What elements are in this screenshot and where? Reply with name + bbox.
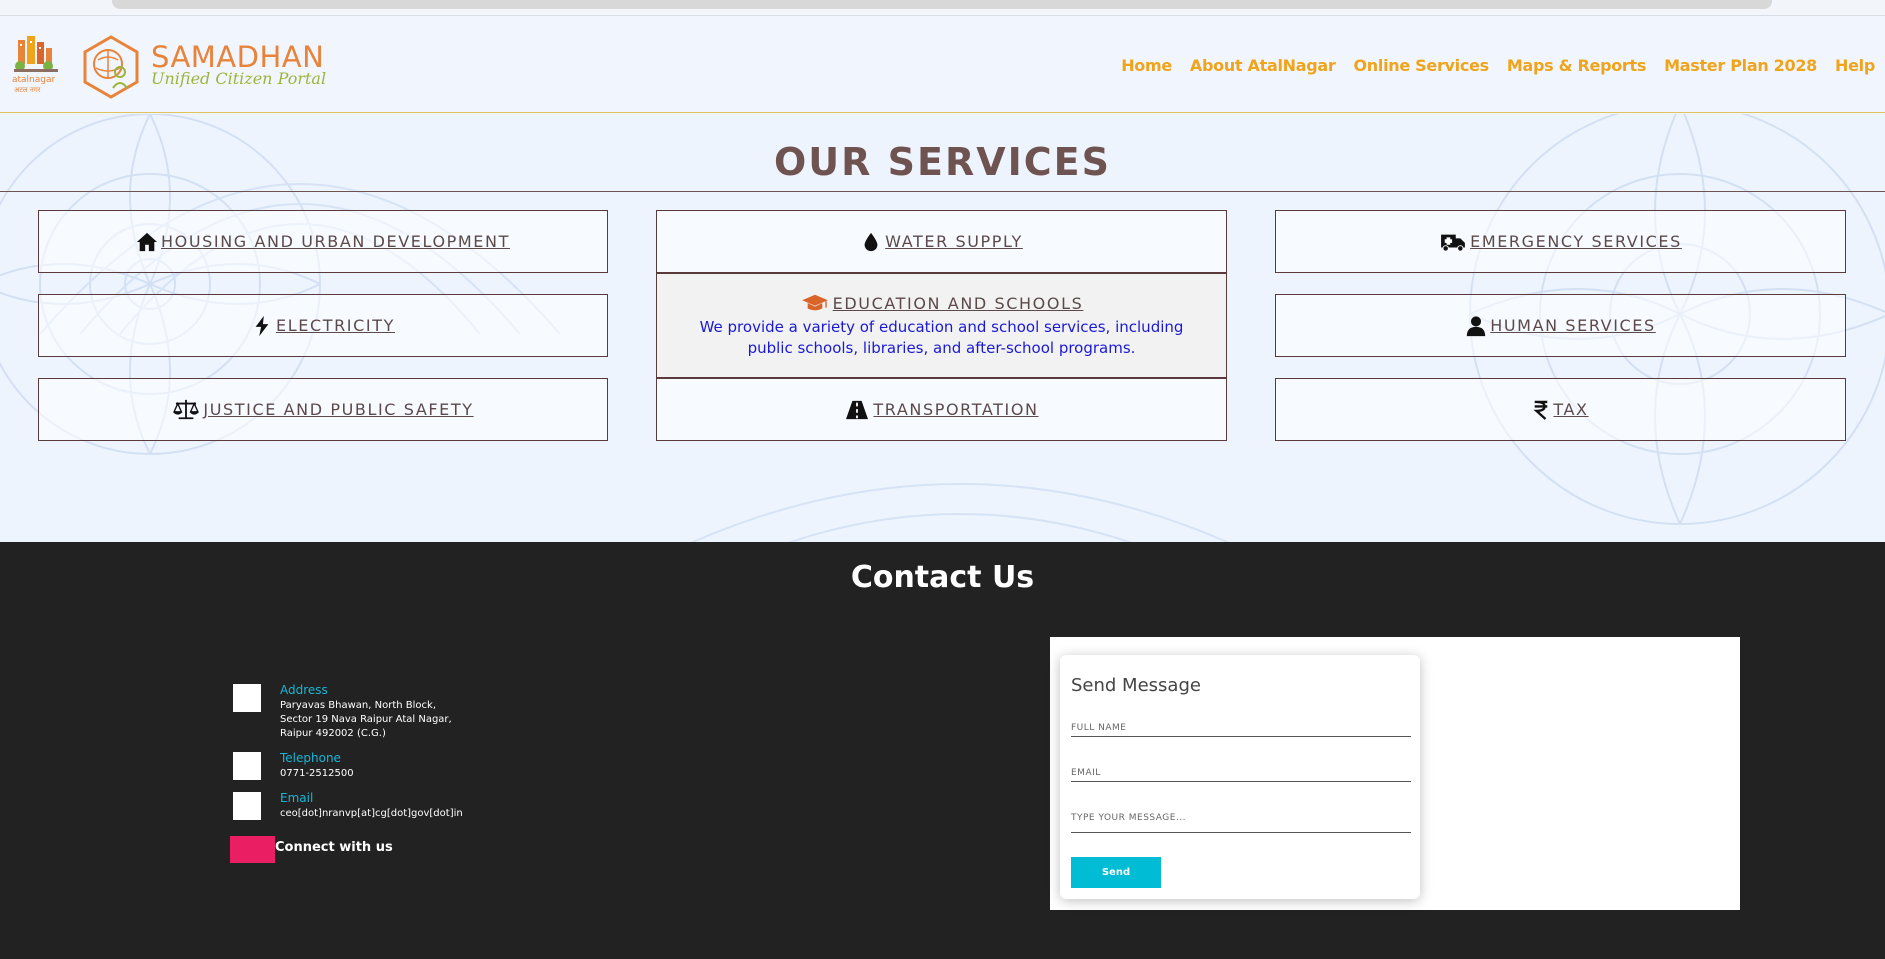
nav-about-atalnagar[interactable]: About AtalNagar [1190, 56, 1336, 75]
graduation-cap-icon [801, 294, 828, 311]
email-value: ceo[dot]nranvp[at]cg[dot]gov[dot]in [280, 808, 463, 819]
nav-help[interactable]: Help [1835, 56, 1875, 75]
address-line-2: Sector 19 Nava Raipur Atal Nagar, [280, 714, 452, 725]
email-title: Email [280, 791, 314, 805]
services-heading: OUR SERVICES [774, 140, 1111, 184]
send-button[interactable]: Send [1071, 857, 1161, 888]
full-name-field[interactable]: FULL NAME [1071, 723, 1411, 737]
telephone-title: Telephone [280, 751, 341, 765]
address-line-1: Paryavas Bhawan, North Block, [280, 700, 437, 711]
nav-home[interactable]: Home [1121, 56, 1172, 75]
section-divider [0, 191, 1885, 192]
service-card-water-supply[interactable]: WATER SUPPLY [656, 210, 1227, 273]
nav-maps-reports[interactable]: Maps & Reports [1507, 56, 1647, 75]
address-title: Address [280, 683, 328, 697]
service-card-emergency[interactable]: EMERGENCY SERVICES [1275, 210, 1846, 273]
service-description: We provide a variety of education and sc… [699, 318, 1184, 357]
atalnagar-logo[interactable]: atalnagar अटल नगर [10, 36, 62, 102]
message-form: Send Message FULL NAME EMAIL TYPE YOUR M… [1060, 655, 1420, 899]
scales-icon [173, 399, 200, 419]
service-label[interactable]: EMERGENCY SERVICES [1470, 232, 1682, 251]
service-card-tax[interactable]: TAX [1275, 378, 1846, 441]
ambulance-icon [1441, 234, 1466, 252]
service-label[interactable]: HOUSING AND URBAN DEVELOPMENT [161, 232, 510, 251]
droplet-icon [864, 232, 878, 251]
svg-text:atalnagar: atalnagar [12, 75, 56, 85]
service-label[interactable]: TRANSPORTATION [873, 400, 1038, 419]
brand-subtitle: Unified Citizen Portal [151, 69, 327, 88]
service-label[interactable]: TAX [1553, 400, 1588, 419]
scroll-strip [0, 0, 1885, 16]
contact-section: Contact Us Address Paryavas Bhawan, Nort… [0, 542, 1885, 959]
email-field[interactable]: EMAIL [1071, 768, 1411, 782]
address-line-3: Raipur 492002 (C.G.) [280, 728, 386, 739]
samadhan-logo-icon[interactable] [80, 34, 142, 100]
service-card-human-services[interactable]: HUMAN SERVICES [1275, 294, 1846, 357]
telephone-icon [233, 752, 261, 780]
social-icon[interactable] [230, 836, 275, 863]
bolt-icon [255, 315, 269, 336]
nav-master-plan[interactable]: Master Plan 2028 [1664, 56, 1817, 75]
site-header: atalnagar अटल नगर SAMADHAN Unified Citiz… [0, 16, 1885, 113]
service-card-justice[interactable]: JUSTICE AND PUBLIC SAFETY [38, 378, 608, 441]
scrollbar[interactable] [112, 0, 1772, 9]
svg-text:अटल नगर: अटल नगर [14, 86, 41, 94]
telephone-value: 0771-2512500 [280, 768, 354, 779]
service-label[interactable]: WATER SUPPLY [885, 232, 1023, 251]
service-card-education[interactable]: EDUCATION AND SCHOOLS We provide a varie… [656, 273, 1227, 378]
home-icon [136, 232, 158, 251]
service-card-electricity[interactable]: ELECTRICITY [38, 294, 608, 357]
message-panel: Send Message FULL NAME EMAIL TYPE YOUR M… [1050, 637, 1740, 910]
contact-heading: Contact Us [850, 560, 1035, 595]
services-section: OUR SERVICES HOUSING AND URBAN DEVELOPME… [0, 114, 1885, 542]
message-field[interactable]: TYPE YOUR MESSAGE... [1071, 813, 1411, 833]
service-label[interactable]: HUMAN SERVICES [1490, 316, 1656, 335]
service-card-housing[interactable]: HOUSING AND URBAN DEVELOPMENT [38, 210, 608, 273]
user-icon [1467, 315, 1486, 336]
form-title: Send Message [1071, 675, 1201, 696]
road-icon [846, 400, 869, 419]
service-card-transportation[interactable]: TRANSPORTATION [656, 378, 1227, 441]
nav-online-services[interactable]: Online Services [1354, 56, 1490, 75]
address-icon [233, 684, 261, 712]
email-icon [233, 792, 261, 820]
service-label[interactable]: ELECTRICITY [276, 316, 395, 335]
rupee-icon [1533, 400, 1548, 420]
main-nav: Home About AtalNagar Online Services Map… [1121, 56, 1875, 75]
service-label[interactable]: JUSTICE AND PUBLIC SAFETY [203, 400, 473, 419]
service-label[interactable]: EDUCATION AND SCHOOLS [833, 294, 1084, 313]
connect-with-us: Connect with us [275, 840, 393, 855]
